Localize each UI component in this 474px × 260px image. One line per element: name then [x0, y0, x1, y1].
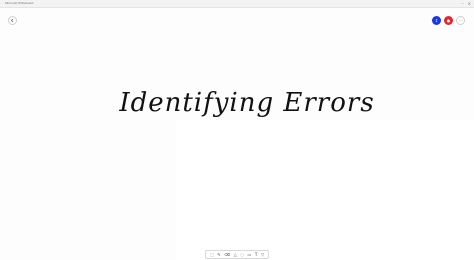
header-actions: ↥ ● ⋯ [432, 16, 465, 25]
back-arrow-icon [11, 18, 14, 23]
note-tool[interactable]: ▽ [261, 252, 264, 257]
pen-tool[interactable]: ✎ [217, 252, 220, 257]
ruler-tool[interactable]: △ [234, 252, 237, 257]
more-options-button[interactable]: ⋯ [456, 16, 465, 25]
eraser-tool[interactable]: ⌫ [224, 252, 230, 257]
share-icon: ↥ [434, 18, 439, 23]
window-controls: – ✕ [462, 0, 471, 7]
text-tool[interactable]: T [255, 252, 257, 257]
select-tool[interactable]: ⬚ [210, 252, 214, 257]
minimize-button[interactable]: – [462, 0, 464, 7]
title-bar: Microsoft Whiteboard – ✕ [0, 0, 474, 8]
canvas-panel [176, 120, 474, 260]
drawing-toolbar: ⬚ ✎ ⌫ △ ◌ ▭ T ▽ [205, 250, 269, 259]
whiteboard-window: Microsoft Whiteboard – ✕ ↥ ● ⋯ Identifyi… [0, 0, 474, 260]
shapes-tool[interactable]: ▭ [247, 252, 251, 257]
user-avatar-button[interactable]: ● [444, 16, 453, 25]
canvas-title[interactable]: Identifying Errors [0, 88, 474, 118]
app-title: Microsoft Whiteboard [5, 1, 34, 5]
more-icon: ⋯ [458, 18, 463, 23]
user-icon: ● [446, 18, 451, 23]
close-button[interactable]: ✕ [468, 0, 471, 7]
lasso-tool[interactable]: ◌ [240, 252, 244, 257]
share-button[interactable]: ↥ [432, 16, 441, 25]
back-button[interactable] [8, 16, 17, 25]
